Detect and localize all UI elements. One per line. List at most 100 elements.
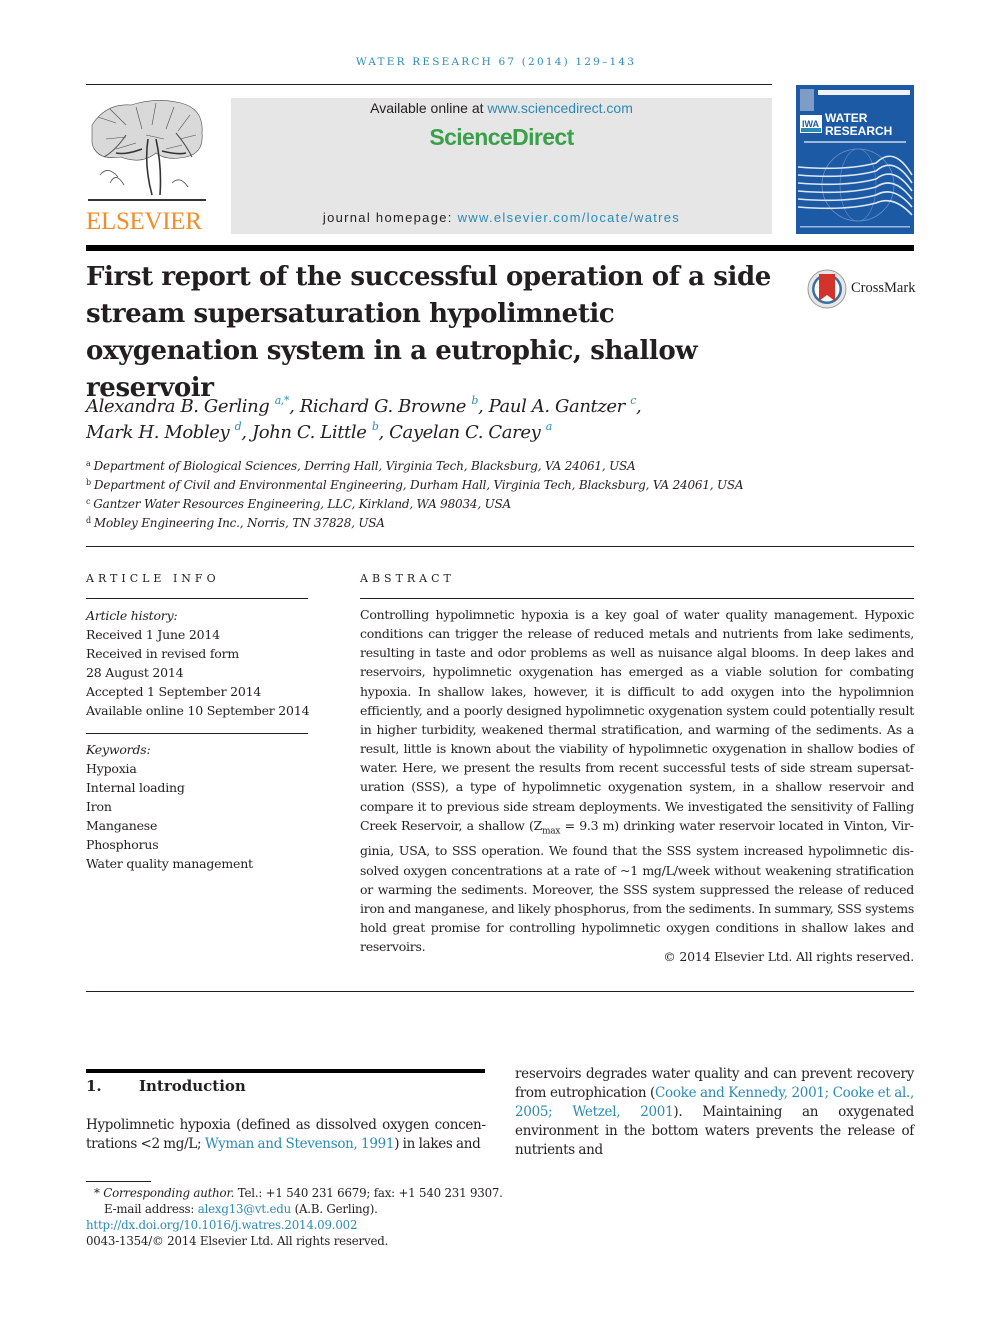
corresponding-author-contact: Tel.: +1 540 231 6679; fax: +1 540 231 9… [234, 1186, 503, 1200]
author-affiliation-marker[interactable]: b [471, 394, 478, 407]
author[interactable]: Mark H. Mobley d [86, 421, 242, 443]
sciencedirect-link[interactable]: www.sciencedirect.com [487, 100, 633, 116]
crossmark-label: CrossMark [851, 280, 916, 296]
doi-line: http://dx.doi.org/10.1016/j.watres.2014.… [86, 1217, 516, 1233]
journal-cover-image[interactable]: IWA WATER RESEARCH [796, 85, 914, 234]
cover-title-line1: WATER [825, 111, 868, 125]
elsevier-wordmark: ELSEVIER [86, 208, 202, 235]
history-item: 28 August 2014 [86, 665, 184, 680]
history-item: Received in revised form [86, 646, 240, 661]
author-name: Cayelan C. Carey [389, 422, 541, 443]
keyword-item: Internal loading [86, 780, 185, 795]
section-divider [86, 546, 914, 547]
keyword-item: Water quality management [86, 856, 253, 871]
history-item: Received 1 June 2014 [86, 627, 220, 642]
affiliation-item: a Department of Biological Sciences, Derr… [86, 457, 906, 476]
abstract-heading: ABSTRACT [360, 572, 455, 585]
author-affiliation-marker[interactable]: a [546, 420, 553, 433]
citation-link[interactable]: Wyman and Stevenson, 1991 [205, 1136, 395, 1152]
journal-cover-art: IWA WATER RESEARCH [796, 85, 914, 234]
keyword-item: Phosphorus [86, 837, 159, 852]
email-link[interactable]: alexg13@vt.edu [198, 1202, 291, 1216]
sciencedirect-banner: Available online at www.sciencedirect.co… [231, 98, 772, 234]
section-number: 1. [86, 1077, 102, 1095]
introduction-paragraph-col1: Hypolimnetic hypoxia (defined as dissolv… [86, 1116, 486, 1154]
affiliation-key: c [86, 497, 91, 506]
author[interactable]: Cayelan C. Carey a [389, 420, 553, 443]
affiliation-text: Department of Civil and Environmental En… [93, 478, 744, 492]
elsevier-tree-icon [88, 100, 206, 201]
journal-homepage-line: journal homepage: www.elsevier.com/locat… [231, 210, 772, 225]
affiliation-item: c Gantzer Water Resources Engineering, LL… [86, 495, 906, 514]
author[interactable]: John C. Little b [251, 421, 379, 443]
section-title: Introduction [139, 1077, 246, 1095]
affiliation-key: a [86, 459, 91, 468]
affiliation-text: Gantzer Water Resources Engineering, LLC… [93, 497, 511, 511]
author-name: Richard G. Browne [299, 396, 467, 417]
author[interactable]: Alexandra B. Gerling a,* [86, 394, 290, 417]
email-label: E-mail address: [104, 1202, 198, 1216]
author-list: Alexandra B. Gerling a,*, Richard G. Bro… [86, 394, 906, 446]
elsevier-logo[interactable]: ELSEVIER [86, 95, 208, 237]
keyword-item: Hypoxia [86, 761, 137, 776]
introduction-paragraph-col2: reservoirs degrades water quality and ca… [515, 1065, 914, 1160]
affiliation-key: b [86, 478, 91, 487]
abstract-divider [360, 598, 914, 599]
footnotes: * Corresponding author. Tel.: +1 540 231… [86, 1185, 516, 1249]
introduction-divider [86, 1069, 485, 1073]
history-item: Available online 10 September 2014 [86, 703, 310, 718]
email-note: E-mail address: alexg13@vt.edu (A.B. Ger… [86, 1201, 516, 1217]
abstract-text: Controlling hypolimnetic hypoxia is a ke… [360, 605, 914, 956]
affiliation-text: Mobley Engineering Inc., Norris, TN 3782… [93, 516, 385, 530]
issn-copyright: 0043-1354/© 2014 Elsevier Ltd. All right… [86, 1234, 389, 1248]
iwa-badge: IWA [802, 119, 819, 129]
author-separator: , [378, 422, 390, 443]
sciencedirect-logo[interactable]: ScienceDirect [231, 124, 772, 151]
crossmark-button[interactable]: CrossMark [806, 268, 918, 310]
keywords-list: Keywords: Hypoxia Internal loading Iron … [86, 740, 316, 873]
available-online-line: Available online at www.sciencedirect.co… [231, 100, 772, 116]
affiliation-item: d Mobley Engineering Inc., Norris, TN 378… [86, 514, 906, 533]
top-divider [86, 84, 772, 85]
body-text: ) in lakes and [394, 1136, 481, 1152]
keywords-label: Keywords: [86, 742, 151, 757]
author-name: Paul A. Gantzer [488, 396, 626, 417]
keyword-item: Iron [86, 799, 112, 814]
article-title: First report of the successful operation… [86, 262, 771, 403]
zmax-subscript: max [542, 826, 561, 837]
author-separator: , [289, 396, 300, 417]
author-separator: , [478, 396, 489, 417]
author-name: John C. Little [251, 422, 367, 443]
author[interactable]: Richard G. Browne b [299, 394, 479, 417]
author-separator: , [241, 422, 252, 443]
affiliation-item: b Department of Civil and Environmental E… [86, 476, 906, 495]
introduction-heading: 1. Introduction [86, 1077, 246, 1095]
author-affiliation-marker[interactable]: a,* [275, 394, 290, 407]
crossmark-icon [807, 269, 847, 309]
corresponding-author-note: * Corresponding author. Tel.: +1 540 231… [86, 1185, 516, 1201]
keywords-divider [86, 733, 308, 734]
author-name: Mark H. Mobley [86, 422, 230, 443]
zmax-value: = 9.3 m [560, 817, 615, 833]
affiliation-list: a Department of Biological Sciences, Derr… [86, 457, 906, 533]
article-history-label: Article history: [86, 608, 178, 623]
abstract-text-part: Controlling hypolimnetic hypoxia is a ke… [360, 607, 914, 833]
journal-homepage-label: journal homepage: [322, 210, 458, 225]
affiliation-key: d [86, 516, 91, 525]
footnote-star: * [94, 1186, 100, 1200]
corresponding-author-label: Corresponding author. [103, 1186, 235, 1200]
doi-link[interactable]: http://dx.doi.org/10.1016/j.watres.2014.… [86, 1218, 357, 1232]
author[interactable]: Paul A. Gantzer c [488, 395, 637, 417]
article-info-divider [86, 598, 308, 599]
abstract-copyright: © 2014 Elsevier Ltd. All rights reserved… [663, 949, 914, 964]
journal-homepage-link[interactable]: www.elsevier.com/locate/watres [458, 210, 681, 225]
header-divider [86, 245, 914, 251]
running-head: WATER RESEARCH 67 (2014) 129–143 [355, 56, 637, 68]
footnote-divider [86, 1181, 151, 1182]
article-info-heading: ARTICLE INFO [86, 572, 220, 585]
email-suffix: (A.B. Gerling). [291, 1202, 378, 1216]
article-history: Article history: Received 1 June 2014 Re… [86, 606, 316, 720]
author-separator: , [635, 396, 642, 417]
affiliation-text: Department of Biological Sciences, Derri… [93, 459, 636, 473]
abstract-text-part: ) drinking water reservoir located in Vi… [360, 817, 914, 955]
